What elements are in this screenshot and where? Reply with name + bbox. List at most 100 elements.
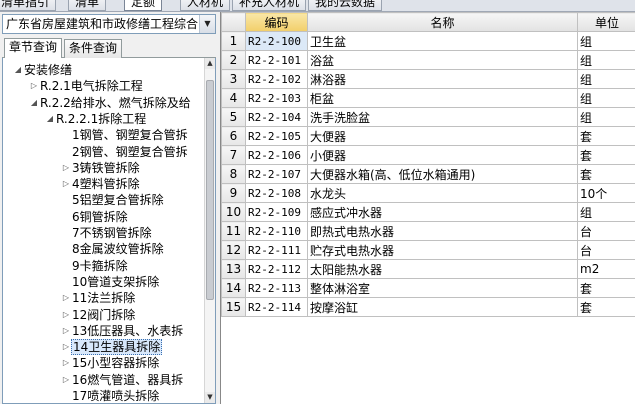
scroll-thumb[interactable]	[206, 80, 214, 300]
expand-toggle-icon[interactable]: ◢	[45, 111, 55, 127]
code-cell: R2-2-100	[245, 31, 308, 51]
table-row[interactable]: 13 R2-2-112 太阳能热水器 m2	[221, 259, 635, 279]
unit-cell: 套	[577, 126, 635, 146]
unit-cell: 套	[577, 145, 635, 165]
name-cell: 按摩浴缸	[307, 297, 578, 317]
unit-cell: 套	[577, 278, 635, 298]
expand-toggle-icon[interactable]: ▷	[29, 78, 39, 94]
unit-cell: 组	[577, 202, 635, 222]
tree-node[interactable]: 2钢管、钢塑复合管拆	[61, 144, 189, 160]
row-number-cell: 15	[221, 297, 246, 317]
expand-toggle-icon[interactable]: ▷	[61, 323, 71, 339]
left-panel: 广东省房屋建筑和市政修缮工程综合 ▼ 章节查询 条件查询 ▲ ▼ ◢ 安装修缮 ▷ R.…	[0, 12, 220, 404]
name-cell: 即热式电热水器	[307, 221, 578, 241]
quota-table: 编码 名称 单位 1 R2-2-100 卫生盆组 2 R2-2-101 浴盆组 3 R2-2-…	[221, 12, 635, 317]
tree-node[interactable]: 7不锈钢管拆除	[61, 225, 153, 241]
tree-node[interactable]: 9卡箍拆除	[61, 258, 129, 274]
table-row[interactable]: 9 R2-2-108 水龙头 10个	[221, 183, 635, 203]
scroll-up-icon[interactable]: ▲	[205, 58, 215, 69]
name-cell: 浴盆	[307, 50, 578, 70]
tree-node[interactable]: 6铜管拆除	[61, 209, 129, 225]
tree-scrollbar[interactable]: ▲ ▼	[204, 58, 215, 403]
expand-toggle-icon[interactable]: ◢	[29, 95, 39, 111]
tree-node-label: 12阀门拆除	[72, 307, 136, 322]
tree-node-label: 6铜管拆除	[72, 209, 128, 224]
library-combo[interactable]: 广东省房屋建筑和市政修缮工程综合 ▼	[2, 14, 216, 34]
table-row[interactable]: 10 R2-2-109 感应式冲水器组	[221, 202, 635, 222]
table-row[interactable]: 5 R2-2-104 洗手洗脸盆组	[221, 107, 635, 127]
tree-node[interactable]: 10管道支架拆除	[61, 274, 160, 290]
table-row[interactable]: 15 R2-2-114 按摩浴缸套	[221, 297, 635, 317]
unit-cell: 组	[577, 88, 635, 108]
tree-node[interactable]: 8金属波纹管拆除	[61, 241, 165, 257]
unit-column-header[interactable]: 单位	[577, 12, 635, 32]
expand-toggle-icon[interactable]: ▷	[61, 307, 71, 323]
tab-chapter-query[interactable]: 章节查询	[4, 38, 63, 59]
tree-node[interactable]: ▷ 16燃气管道、器具拆	[61, 372, 184, 388]
top-tab-3[interactable]: 人材机	[180, 0, 231, 11]
top-tab-2[interactable]: 定额	[124, 0, 163, 11]
expand-toggle-icon[interactable]: ▷	[61, 290, 71, 306]
expand-toggle-icon[interactable]: ▷	[61, 176, 71, 192]
table-row[interactable]: 4 R2-2-103 柜盆组	[221, 88, 635, 108]
name-column-header[interactable]: 名称	[307, 12, 578, 32]
tree-node[interactable]: ◢ R.2.2给排水、燃气拆除及给	[29, 95, 192, 111]
name-cell: 整体淋浴室	[307, 278, 578, 298]
tree-node-label: 4塑料管拆除	[72, 177, 140, 192]
table-row[interactable]: 1 R2-2-100 卫生盆组	[221, 31, 635, 51]
top-tab-0[interactable]: 清单指引	[0, 0, 57, 11]
tree-node[interactable]: ▷ 13低压器具、水表拆	[61, 323, 184, 339]
tree-node[interactable]: ▷ 14卫生器具拆除	[61, 339, 163, 356]
code-cell: R2-2-105	[245, 126, 308, 146]
table-row[interactable]: 6 R2-2-105 大便器套	[221, 126, 635, 146]
expand-toggle-icon[interactable]: ▷	[61, 339, 71, 355]
table-row[interactable]: 7 R2-2-106 小便器套	[221, 145, 635, 165]
unit-cell: 台	[577, 240, 635, 260]
unit-cell: 组	[577, 107, 635, 127]
tree-node-label: R.2.1电气拆除工程	[40, 79, 143, 94]
top-tab-5[interactable]: 我的云数据	[308, 0, 383, 11]
tree-node-label: 5铝塑复合管拆除	[72, 193, 164, 208]
table-row[interactable]: 14 R2-2-113 整体淋浴室套	[221, 278, 635, 298]
tree-node[interactable]: ▷ 12阀门拆除	[61, 307, 136, 323]
row-number-cell: 3	[221, 69, 246, 89]
name-cell: 太阳能热水器	[307, 259, 578, 279]
tree-node[interactable]: ◢ R.2.2.1拆除工程	[45, 111, 147, 127]
expand-toggle-icon[interactable]: ▷	[61, 160, 71, 176]
scroll-down-icon[interactable]: ▼	[205, 392, 215, 403]
code-cell: R2-2-101	[245, 50, 308, 70]
tree-node[interactable]: ▷ 11法兰拆除	[61, 290, 136, 306]
tree-node[interactable]: 17喷灌喷头拆除	[61, 388, 160, 403]
tree-node[interactable]: ▷ 15小型容器拆除	[61, 355, 160, 371]
code-cell: R2-2-104	[245, 107, 308, 127]
tree-node-label: 13低压器具、水表拆	[72, 323, 184, 338]
tree-node[interactable]: ▷ R.2.1电气拆除工程	[29, 78, 144, 94]
tree-node[interactable]: ▷ 4塑料管拆除	[61, 176, 141, 192]
top-tab-1[interactable]: 清单	[68, 0, 107, 11]
table-row[interactable]: 8 R2-2-107 大便器水箱(高、低位水箱通用) 套	[221, 164, 635, 184]
table-row[interactable]: 2 R2-2-101 浴盆组	[221, 50, 635, 70]
row-number-cell: 2	[221, 50, 246, 70]
tree-node[interactable]: 5铝塑复合管拆除	[61, 192, 165, 208]
table-row[interactable]: 11 R2-2-110 即热式电热水器台	[221, 221, 635, 241]
tab-condition-query[interactable]: 条件查询	[64, 39, 123, 58]
code-column-header[interactable]: 编码	[245, 12, 308, 32]
name-cell: 水龙头	[307, 183, 578, 203]
tree-node-label: 11法兰拆除	[72, 291, 136, 306]
table-row[interactable]: 3 R2-2-102 淋浴器组	[221, 69, 635, 89]
name-cell: 柜盆	[307, 88, 578, 108]
tree-node[interactable]: ▷ 3铸铁管拆除	[61, 160, 141, 176]
expand-toggle-icon[interactable]: ▷	[61, 355, 71, 371]
name-cell: 大便器	[307, 126, 578, 146]
chevron-down-icon[interactable]: ▼	[199, 15, 215, 33]
tree-node[interactable]: 1钢管、钢塑复合管拆	[61, 127, 189, 143]
code-cell: R2-2-108	[245, 183, 308, 203]
code-cell: R2-2-109	[245, 202, 308, 222]
top-tab-4[interactable]: 补充人材机	[232, 0, 307, 11]
tree-node[interactable]: ◢ 安装修缮	[13, 62, 73, 78]
expand-toggle-icon[interactable]: ▷	[61, 372, 71, 388]
expand-toggle-icon[interactable]: ◢	[13, 62, 23, 78]
code-cell: R2-2-107	[245, 164, 308, 184]
name-cell: 淋浴器	[307, 69, 578, 89]
table-row[interactable]: 12 R2-2-111 贮存式电热水器台	[221, 240, 635, 260]
